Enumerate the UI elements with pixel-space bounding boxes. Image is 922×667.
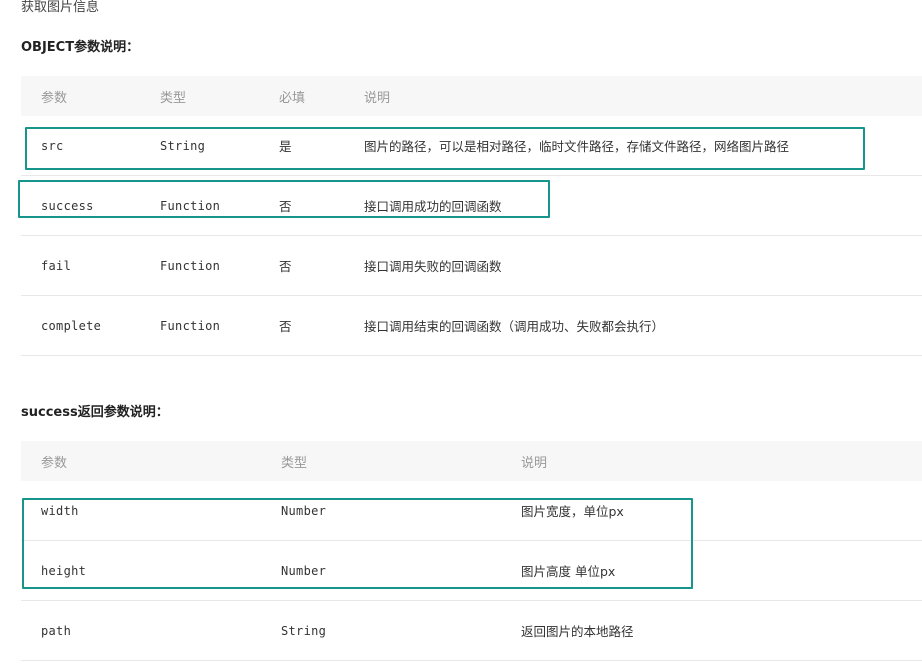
param-desc: 图片宽度，单位px <box>521 504 624 519</box>
param-desc: 图片的路径，可以是相对路径，临时文件路径，存储文件路径，网络图片路径 <box>364 139 790 154</box>
param-required: 否 <box>279 199 292 214</box>
table-row: path String 返回图片的本地路径 <box>21 601 922 661</box>
table-row: fail Function 否 接口调用失败的回调函数 <box>21 236 922 296</box>
object-params-title: OBJECT参数说明： <box>21 40 140 55</box>
param-type: String <box>160 138 206 153</box>
param-type: Function <box>160 318 221 333</box>
param-type: Number <box>281 503 327 518</box>
param-name: fail <box>41 258 72 273</box>
param-type: Number <box>281 563 327 578</box>
table-header-row: 参数 类型 必填 说明 <box>21 76 922 116</box>
param-type: String <box>281 623 327 638</box>
table-row: success Function 否 接口调用成功的回调函数 <box>21 176 922 236</box>
header-param: 参数 <box>41 455 68 471</box>
param-type: Function <box>160 198 221 213</box>
header-param: 参数 <box>41 90 68 106</box>
success-params-table: 参数 类型 说明 width Number 图片宽度，单位px height N… <box>21 441 922 661</box>
table-header-row: 参数 类型 说明 <box>21 441 922 481</box>
header-required: 必填 <box>279 90 306 106</box>
table-row: src String 是 图片的路径，可以是相对路径，临时文件路径，存储文件路径… <box>21 116 922 176</box>
param-type: Function <box>160 258 221 273</box>
table-row: width Number 图片宽度，单位px <box>21 481 922 541</box>
param-desc: 接口调用成功的回调函数 <box>364 199 502 214</box>
table-row: complete Function 否 接口调用结束的回调函数（调用成功、失败都… <box>21 296 922 356</box>
doc-page: 获取图片信息 OBJECT参数说明： 参数 类型 必填 说明 src Strin… <box>0 0 922 667</box>
header-type: 类型 <box>160 90 187 106</box>
param-name: path <box>41 623 72 638</box>
header-type: 类型 <box>281 455 308 471</box>
param-required: 否 <box>279 259 292 274</box>
param-name: success <box>41 198 94 213</box>
table-row: height Number 图片高度 单位px <box>21 541 922 601</box>
param-name: width <box>41 503 79 518</box>
header-desc: 说明 <box>521 455 548 471</box>
object-params-table: 参数 类型 必填 说明 src String 是 图片的路径，可以是相对路径，临… <box>21 76 922 356</box>
param-name: height <box>41 563 87 578</box>
param-name: complete <box>41 318 102 333</box>
intro-text: 获取图片信息 <box>21 0 100 15</box>
param-desc: 接口调用失败的回调函数 <box>364 259 502 274</box>
header-desc: 说明 <box>364 90 391 106</box>
param-desc: 接口调用结束的回调函数（调用成功、失败都会执行） <box>364 319 665 334</box>
param-required: 是 <box>279 139 292 154</box>
param-required: 否 <box>279 319 292 334</box>
param-desc: 图片高度 单位px <box>521 564 616 579</box>
success-params-title: success返回参数说明： <box>21 405 169 420</box>
param-name: src <box>41 138 64 153</box>
param-desc: 返回图片的本地路径 <box>521 624 634 639</box>
